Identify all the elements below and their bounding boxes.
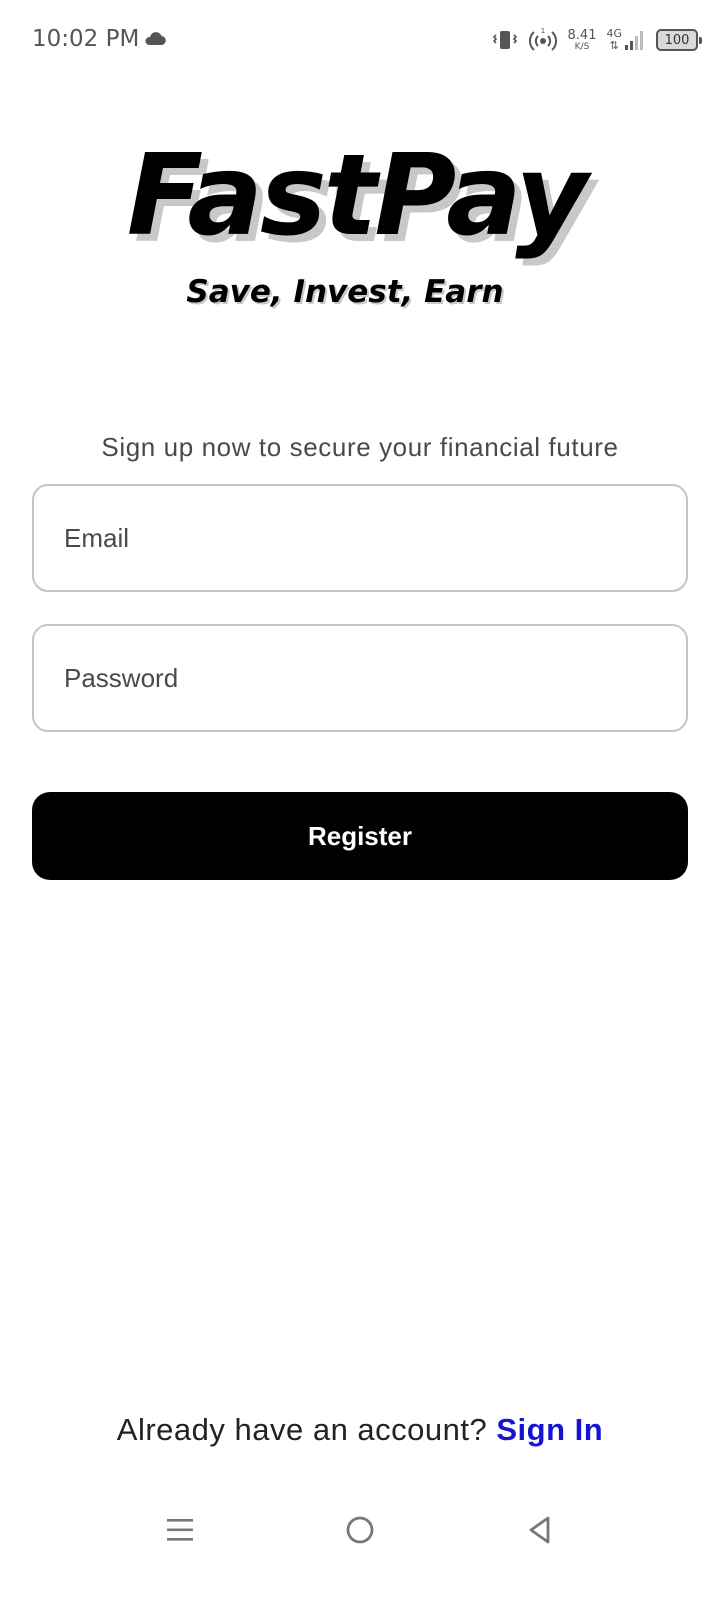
status-time: 10:02 PM — [32, 26, 140, 52]
recents-button[interactable] — [158, 1508, 202, 1552]
hotspot-icon: 1 — [528, 27, 557, 51]
signup-subtitle: Sign up now to secure your financial fut… — [101, 432, 619, 462]
back-icon — [529, 1516, 550, 1544]
register-button[interactable]: Register — [32, 792, 688, 880]
password-field[interactable] — [32, 624, 688, 732]
register-screen: 10:02 PM 1 8.41 K/S 4G ⇅ 100 FastPay Sav… — [0, 0, 720, 1612]
signin-prompt-text: Already have an account? — [116, 1412, 497, 1447]
logo: FastPay Save, Invest, Earn — [0, 131, 720, 310]
home-button[interactable] — [338, 1508, 382, 1552]
network-type: 4G ⇅ — [606, 28, 622, 51]
data-arrows-icon: ⇅ — [609, 39, 619, 52]
menu-icon — [167, 1519, 193, 1541]
status-bar: 10:02 PM 1 8.41 K/S 4G ⇅ 100 — [0, 0, 720, 80]
signin-link[interactable]: Sign In — [496, 1412, 603, 1447]
home-icon — [346, 1516, 374, 1544]
battery-level: 100 — [664, 32, 690, 48]
battery-icon: 100 — [656, 29, 702, 51]
net-speed: 8.41 K/S — [568, 29, 597, 52]
password-input[interactable] — [64, 662, 686, 694]
email-field[interactable] — [32, 484, 688, 592]
vibrate-icon — [492, 31, 517, 49]
net-speed-value: 8.41 — [567, 27, 597, 43]
signal-icon — [625, 31, 643, 50]
logo-tagline: Save, Invest, Earn — [186, 274, 504, 310]
svg-text:1: 1 — [540, 27, 544, 35]
status-icons: 1 8.41 K/S 4G ⇅ 100 — [492, 24, 702, 56]
logo-title: FastPay — [126, 131, 588, 261]
system-nav-bar — [0, 1490, 720, 1570]
cloud-icon — [145, 32, 166, 46]
net-speed-unit: K/S — [574, 41, 590, 52]
signin-prompt: Already have an account? Sign In — [0, 1412, 720, 1448]
email-input[interactable] — [64, 522, 686, 554]
back-button[interactable] — [518, 1508, 562, 1552]
